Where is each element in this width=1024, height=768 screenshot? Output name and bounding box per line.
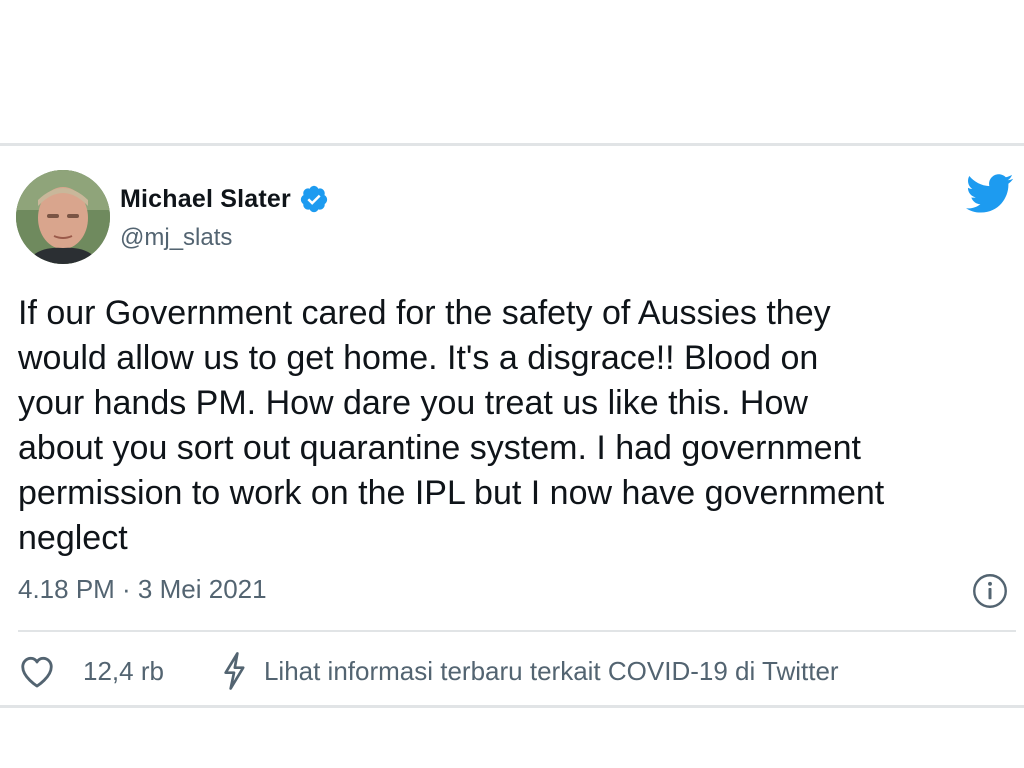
like-count[interactable]: 12,4 rb (83, 656, 164, 687)
action-bar: 12,4 rb Lihat informasi terbaru terkait … (18, 651, 839, 691)
tweet-text: If our Government cared for the safety o… (18, 294, 885, 557)
verified-badge-icon (300, 185, 328, 213)
tweet-timestamp[interactable]: 4.18 PM · 3 Mei 2021 (18, 574, 267, 605)
author-handle[interactable]: @mj_slats (120, 224, 329, 252)
twitter-bird-icon[interactable] (966, 174, 1014, 214)
divider (18, 630, 1016, 632)
heart-icon[interactable] (18, 653, 56, 689)
lightning-bolt-icon (224, 652, 245, 690)
avatar-photo (16, 170, 110, 264)
covid-info-link[interactable]: Lihat informasi terbaru terkait COVID-19… (264, 656, 839, 687)
tweet-card: Michael Slater @mj_slats If our Governme… (0, 143, 1024, 708)
avatar[interactable] (16, 170, 110, 264)
info-icon[interactable] (972, 573, 1008, 609)
author-name[interactable]: Michael Slater (120, 185, 291, 214)
author-block: Michael Slater @mj_slats (120, 182, 329, 252)
